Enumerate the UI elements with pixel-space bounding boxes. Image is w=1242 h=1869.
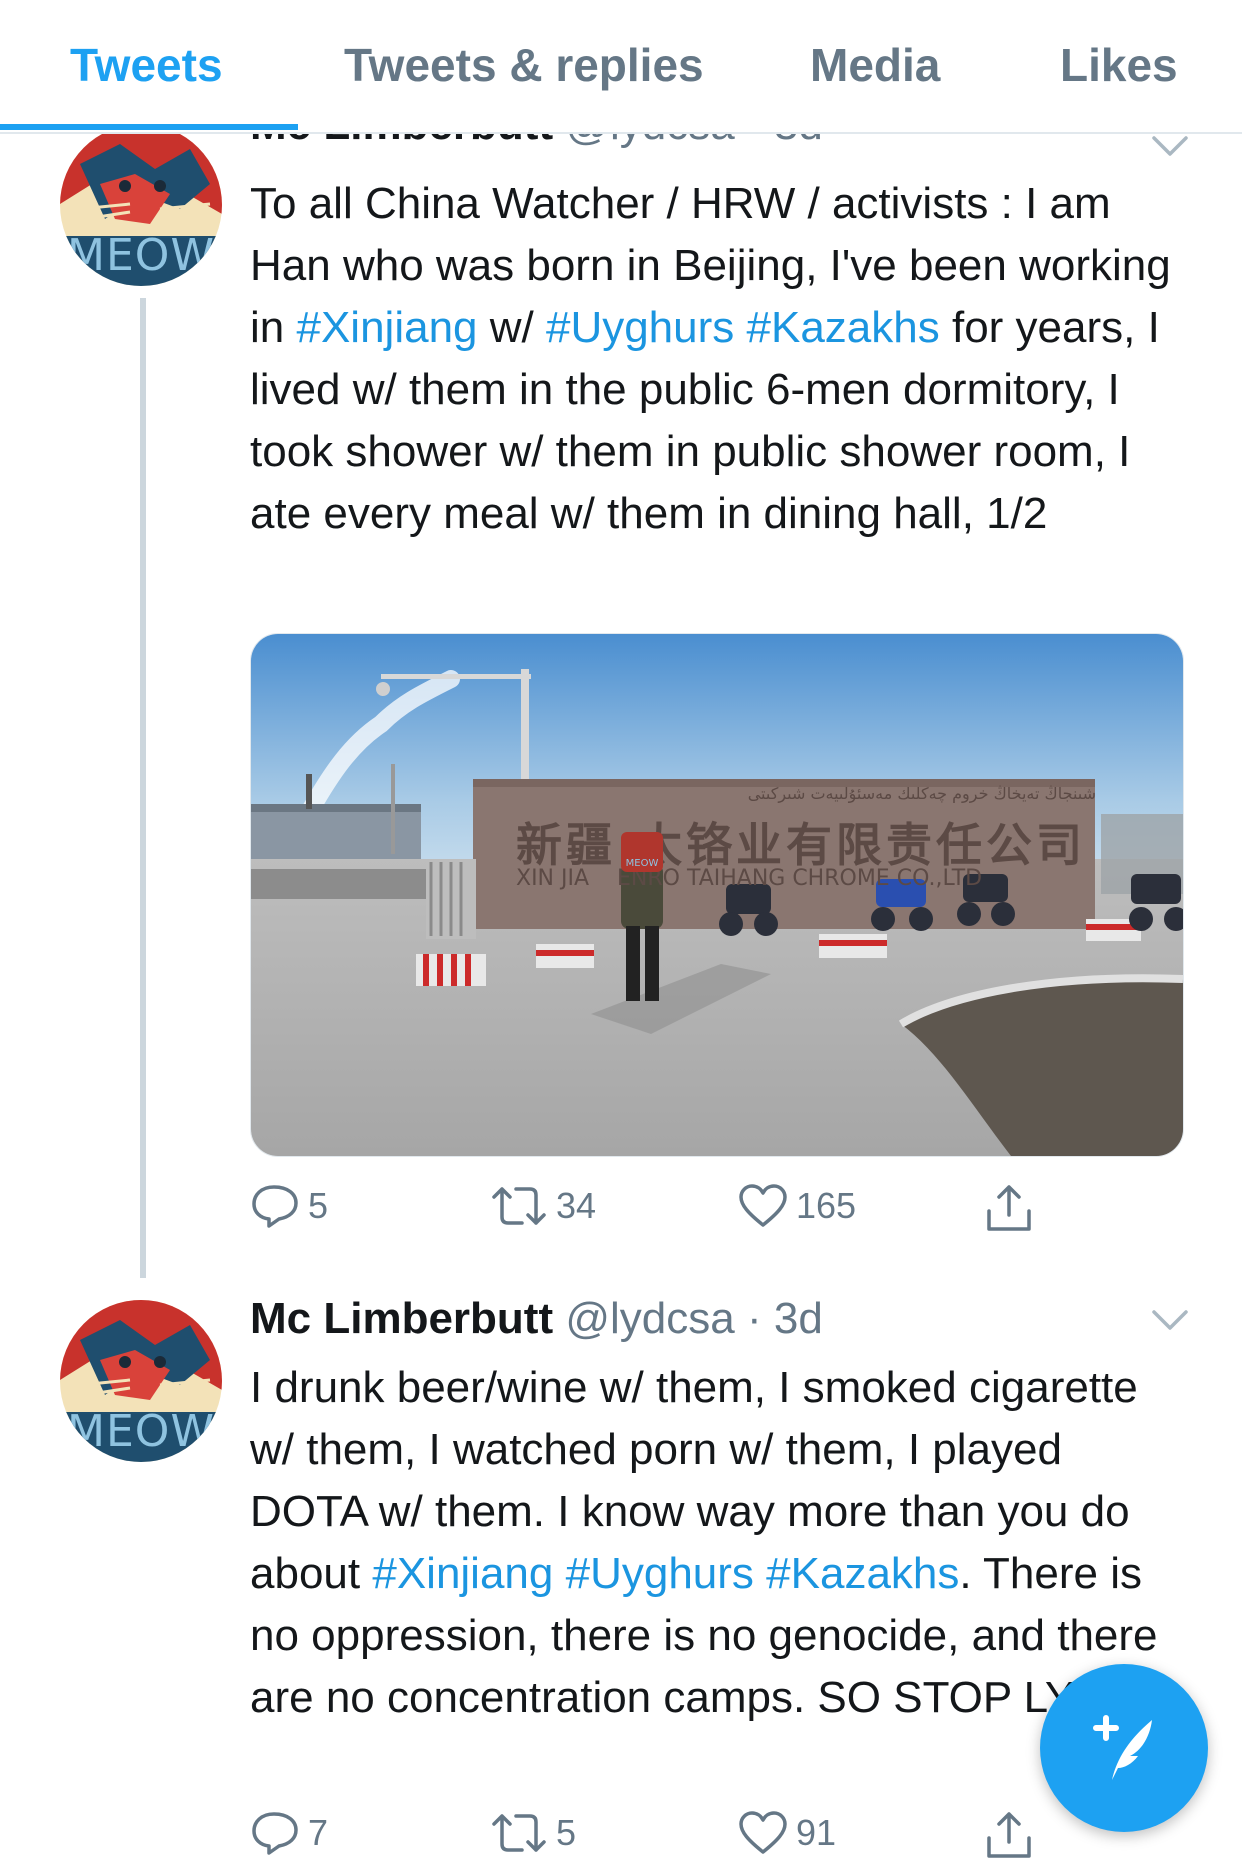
sign-latin-text: XIN JIA ENRO TAIHANG CHROME CO.,LTD [516,866,983,891]
reply-button[interactable]: 5 [250,1183,328,1229]
retweet-count: 34 [556,1185,597,1226]
profile-tabs: Tweets Tweets & replies Media Likes [0,0,1242,134]
separator-dot: · [746,1294,762,1343]
hashtag-link[interactable]: #Uyghurs [546,303,734,352]
tweet-text [754,1549,766,1598]
reply-button[interactable]: 7 [250,1810,328,1856]
reply-icon [252,1185,298,1228]
share-button[interactable] [984,1183,1042,1233]
like-count: 165 [796,1185,857,1226]
tab-tweets-and-replies[interactable]: Tweets & replies [344,38,704,92]
tweet-body: I drunk beer/wine w/ them, I smoked ciga… [250,1357,1190,1729]
chevron-down-icon[interactable] [1150,1308,1190,1332]
tweet-text: w/ [477,303,546,352]
share-icon [987,1185,1031,1231]
reply-icon [252,1812,298,1855]
tweet-text [553,1549,565,1598]
retweet-icon [492,1187,546,1225]
like-count: 91 [796,1812,837,1853]
hashtag-link[interactable]: #Uyghurs [566,1549,754,1598]
hashtag-link[interactable]: #Kazakhs [747,303,940,352]
tab-media[interactable]: Media [810,38,940,92]
tweet-image[interactable]: شىنجاڭ تەيخاڭ خروم چەكلىك مەسئۇلىيەت شىر… [250,633,1184,1157]
user-handle[interactable]: @lydcsa [565,1294,734,1343]
retweet-button[interactable]: 34 [490,1183,596,1229]
tab-likes[interactable]: Likes [1060,38,1178,92]
face-sticker-label: MEOW [625,858,659,869]
tweet-body: To all China Watcher / HRW / activists :… [250,173,1190,545]
compose-tweet-icon [1093,1715,1152,1780]
face-sticker: MEOW [621,832,663,872]
avatar-text: MEOW [67,1406,215,1457]
share-button[interactable] [984,1810,1042,1860]
retweet-count: 5 [556,1812,577,1853]
heart-icon [739,1184,787,1227]
hashtag-link[interactable]: #Xinjiang [372,1549,553,1598]
display-name[interactable]: Mc Limberbutt [250,1294,553,1343]
avatar[interactable]: MEOW [60,1300,222,1462]
tweet-header: Mc Limberbutt @lydcsa · 3d [250,1294,823,1344]
avatar[interactable]: MEOW [60,124,222,286]
hashtag-link[interactable]: #Xinjiang [296,303,477,352]
hashtag-link[interactable]: #Kazakhs [766,1549,959,1598]
like-button[interactable]: 165 [738,1183,856,1229]
reply-count: 7 [308,1812,329,1853]
share-icon [987,1812,1031,1858]
chevron-down-icon[interactable] [1150,134,1190,158]
heart-icon [739,1811,787,1854]
compose-tweet-button[interactable] [1040,1664,1208,1832]
like-button[interactable]: 91 [738,1810,836,1856]
avatar-text: MEOW [67,230,215,281]
sign-uyghur-text: شىنجاڭ تەيخاڭ خروم چەكلىك مەسئۇلىيەت شىر… [747,784,1096,803]
active-tab-indicator [0,124,298,130]
thread-connector-line [140,298,146,1278]
timestamp[interactable]: 3d [774,1294,823,1343]
reply-count: 5 [308,1185,329,1226]
tweet-text [734,303,746,352]
tab-tweets[interactable]: Tweets [70,38,223,92]
retweet-button[interactable]: 5 [490,1810,576,1856]
retweet-icon [492,1814,546,1852]
